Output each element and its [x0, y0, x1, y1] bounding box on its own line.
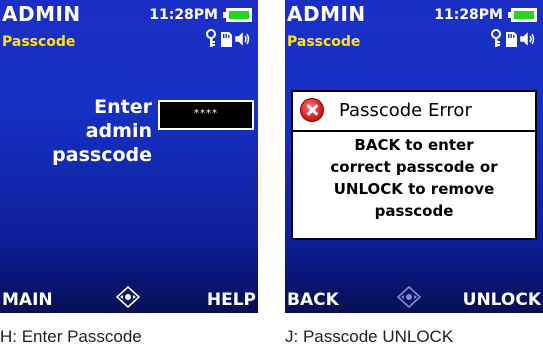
- screen-subtitle: Passcode: [2, 34, 76, 50]
- figure-caption: J: Passcode UNLOCK: [285, 327, 454, 346]
- status-bar: ADMIN Passcode 11:28PM: [285, 0, 543, 56]
- speaker-icon: [235, 32, 250, 46]
- dialog-line: passcode: [374, 202, 454, 220]
- speaker-icon: [520, 32, 535, 46]
- main-softkey[interactable]: MAIN: [2, 290, 53, 310]
- status-icons: [491, 29, 535, 47]
- battery-icon: [223, 8, 252, 22]
- status-bar: ADMIN Passcode 11:28PM: [0, 0, 258, 56]
- error-icon: [300, 98, 324, 122]
- clock: 11:28PM: [149, 7, 218, 23]
- help-softkey[interactable]: HELP: [207, 290, 256, 310]
- clock: 11:28PM: [434, 7, 503, 23]
- dialog-line: BACK to enter: [354, 136, 474, 154]
- sd-card-icon: [506, 32, 517, 47]
- sd-card-icon: [221, 32, 232, 47]
- figure-caption: H: Enter Passcode: [0, 327, 142, 346]
- screen-subtitle: Passcode: [287, 34, 361, 50]
- device-screen-passcode-error: ADMIN Passcode 11:28PM Passcode Error BA…: [285, 0, 543, 313]
- device-screen-enter-passcode: ADMIN Passcode 11:28PM Enter admin passc…: [0, 0, 258, 313]
- passcode-error-dialog: Passcode Error BACK to enter correct pas…: [291, 90, 537, 240]
- dialog-line: UNLOCK to remove: [333, 180, 495, 198]
- passcode-prompt: Enter admin passcode: [52, 96, 152, 166]
- battery-icon: [508, 8, 537, 22]
- back-softkey[interactable]: BACK: [287, 290, 339, 310]
- key-icon: [206, 29, 216, 47]
- passcode-input[interactable]: ****: [158, 100, 254, 130]
- dialog-title: Passcode Error: [339, 100, 472, 121]
- softkey-bar: BACK UNLOCK: [285, 285, 543, 313]
- key-icon: [491, 29, 501, 47]
- dialog-header: Passcode Error: [293, 92, 535, 132]
- status-icons: [206, 29, 250, 47]
- navigation-pad-icon[interactable]: [397, 286, 421, 308]
- screen-title: ADMIN: [287, 2, 366, 26]
- screen-title: ADMIN: [2, 2, 81, 26]
- softkey-bar: MAIN HELP: [0, 285, 258, 313]
- unlock-softkey[interactable]: UNLOCK: [463, 290, 541, 310]
- dialog-line: correct passcode or: [330, 158, 498, 176]
- navigation-pad-icon[interactable]: [116, 286, 140, 308]
- dialog-message: BACK to enter correct passcode or UNLOCK…: [293, 134, 535, 222]
